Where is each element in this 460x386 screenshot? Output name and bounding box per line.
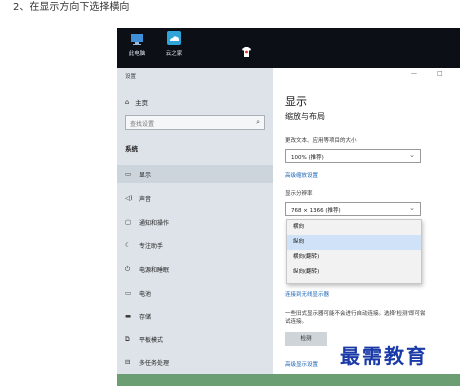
- notification-icon: ▢: [125, 218, 132, 226]
- home-icon: ⌂: [125, 98, 130, 106]
- orientation-dropdown-menu: 横向 纵向 横向(翻转) 纵向(翻转): [286, 219, 422, 284]
- settings-search-input[interactable]: 查找设置 ⌕: [125, 115, 265, 130]
- resolution-label: 显示分辨率: [285, 191, 313, 197]
- shirt-icon: [242, 42, 251, 57]
- sidebar-item-label: 通知和操作: [139, 219, 170, 227]
- orientation-option-landscape[interactable]: 横向: [287, 220, 421, 235]
- home-label: 主页: [135, 99, 149, 107]
- battery-icon: ▭: [125, 289, 132, 297]
- detect-note-line: 一些旧式显示器可能不会进行自动连接。选择'检测'即可尝: [285, 311, 426, 317]
- maximize-icon[interactable]: □: [437, 70, 443, 77]
- desktop-icon-this-pc[interactable]: 此电脑: [122, 31, 152, 65]
- sidebar-item-storage[interactable]: ▬ 存储: [117, 307, 273, 325]
- detect-note: 一些旧式显示器可能不会进行自动连接。选择'检测'即可尝 试连接。: [285, 310, 460, 326]
- monitor-icon: ▭: [125, 170, 132, 178]
- wallpaper: [117, 374, 460, 386]
- desktop-icon-label: 云之家: [165, 51, 183, 57]
- resolution-value: 768 × 1366 (推荐): [291, 208, 341, 214]
- orientation-option-portrait[interactable]: 纵向: [287, 235, 421, 250]
- sidebar-item-notifications[interactable]: ▢ 通知和操作: [117, 213, 273, 231]
- sidebar-item-label: 存储: [139, 313, 152, 321]
- advanced-scaling-link[interactable]: 高级缩放设置: [285, 171, 318, 179]
- window-title: 设置: [125, 74, 137, 80]
- scale-value: 100% (推荐): [291, 155, 324, 161]
- wireless-display-link[interactable]: 连接到无线显示器: [285, 290, 329, 298]
- search-icon: ⌕: [256, 118, 260, 126]
- scale-dropdown[interactable]: 100% (推荐) ⌄: [285, 149, 421, 163]
- desktop-wallpaper-strip: [117, 374, 460, 386]
- advanced-display-link[interactable]: 高级显示设置: [285, 360, 318, 368]
- sidebar-home[interactable]: ⌂ 主页: [125, 97, 148, 107]
- speaker-icon: ◁): [125, 194, 133, 202]
- desktop-icon-cloud-app[interactable]: 云之家: [159, 31, 189, 65]
- section-subtitle: 缩放与布局: [285, 112, 325, 121]
- desktop-strip: 此电脑 云之家: [117, 28, 460, 68]
- sidebar-item-label: 声音: [139, 195, 152, 203]
- sidebar-item-label: 电池: [139, 290, 152, 298]
- storage-icon: ▬: [125, 312, 132, 320]
- watermark: 最需教育: [340, 344, 428, 368]
- settings-sidebar: 设置 ⌂ 主页 查找设置 ⌕ 系统 ▭ 显示 ◁) 声音 ▢ 通知和操作 ☾ 专…: [117, 68, 273, 374]
- minimize-icon[interactable]: —: [411, 70, 417, 77]
- chevron-down-icon: ⌄: [409, 204, 415, 212]
- orientation-option-portrait-flipped[interactable]: 纵向(翻转): [287, 265, 421, 280]
- step-caption: 2、在显示方向下选择横向: [13, 2, 130, 13]
- multitask-icon: ⊟: [125, 358, 131, 366]
- sidebar-item-sound[interactable]: ◁) 声音: [117, 189, 273, 207]
- sidebar-item-label: 电源和睡眠: [139, 266, 170, 274]
- this-pc-icon: [130, 31, 144, 45]
- moon-icon: ☾: [125, 241, 131, 249]
- sidebar-item-focus-assist[interactable]: ☾ 专注助手: [117, 236, 273, 254]
- page-title: 显示: [285, 95, 307, 108]
- detect-note-line: 试连接。: [285, 319, 308, 325]
- sidebar-item-tablet-mode[interactable]: ⧉ 平板模式: [117, 330, 273, 348]
- sidebar-item-label: 专注助手: [139, 242, 164, 250]
- chevron-down-icon: ⌄: [409, 151, 415, 159]
- sidebar-item-battery[interactable]: ▭ 电池: [117, 284, 273, 302]
- orientation-option-landscape-flipped[interactable]: 横向(翻转): [287, 250, 421, 265]
- tablet-icon: ⧉: [125, 334, 130, 343]
- sidebar-item-label: 多任务处理: [139, 359, 170, 367]
- detect-button[interactable]: 检测: [285, 332, 327, 346]
- sidebar-item-multitasking[interactable]: ⊟ 多任务处理: [117, 353, 273, 371]
- desktop-icon-label: 此电脑: [128, 51, 146, 57]
- scale-label: 更改文本、应用等项目的大小: [285, 138, 357, 144]
- search-placeholder: 查找设置: [130, 121, 155, 128]
- cloud-app-icon: [167, 31, 181, 45]
- sidebar-item-power-sleep[interactable]: ⏻ 电源和睡眠: [117, 260, 273, 278]
- sidebar-item-display[interactable]: ▭ 显示: [117, 165, 273, 183]
- section-title: 系统: [125, 145, 138, 153]
- sidebar-item-label: 平板模式: [139, 336, 164, 344]
- resolution-dropdown[interactable]: 768 × 1366 (推荐) ⌄: [285, 202, 421, 216]
- sidebar-item-label: 显示: [139, 171, 152, 179]
- power-icon: ⏻: [125, 264, 131, 273]
